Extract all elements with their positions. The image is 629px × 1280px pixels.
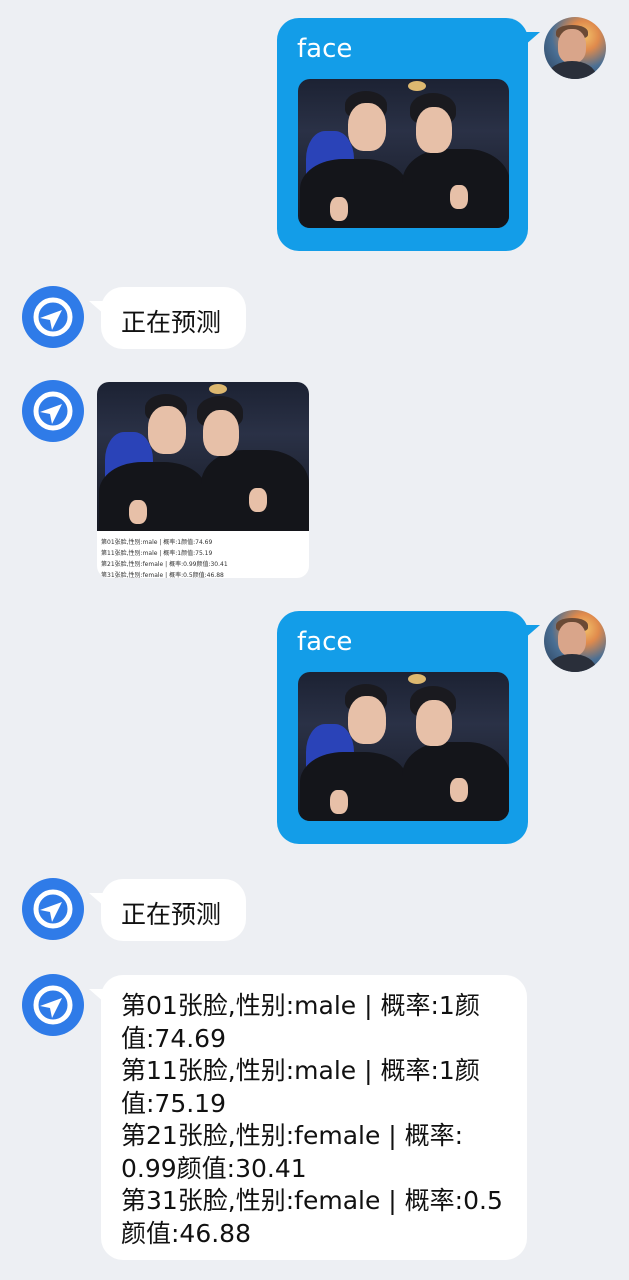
bot-avatar[interactable] [22,380,84,442]
caption-line: 第11张脸,性别:male | 概率:1颜值:75.19 [101,550,213,557]
status-text: 正在预测 [121,900,222,929]
caption-line: 第21张脸,性别:female | 概率:0.99颜值:30.41 [101,561,228,568]
result-photo[interactable] [97,382,309,531]
result-line: 0.99颜值:30.41 [121,1153,307,1183]
bot-message-bubble[interactable]: 正在预测 [89,879,246,941]
result-line: 第31张脸,性别:female | 概率:0.5 [121,1186,503,1215]
status-text: 正在预测 [121,308,222,337]
bot-avatar[interactable] [22,878,84,940]
result-caption: 第01张脸,性别:male | 概率:1颜值:74.69 第11张脸,性别:ma… [97,531,309,578]
bot-message-bubble[interactable]: 正在预测 [89,287,246,349]
caption-line: 第31张脸,性别:female | 概率:0.5颜值:46.88 [101,572,224,578]
user-avatar[interactable] [544,610,606,672]
message-photo[interactable] [298,672,509,821]
result-text: 第01张脸,性别:male | 概率:1颜 值:74.69 第11张脸,性别:m… [121,990,521,1250]
result-line: 第21张脸,性别:female | 概率: [121,1121,464,1150]
result-line: 值:75.19 [121,1088,226,1118]
bot-logo-icon [33,391,73,431]
result-line: 颜值:46.88 [121,1218,251,1248]
message-title: face [297,34,353,64]
message-title: face [297,627,353,657]
result-line: 值:74.69 [121,1023,226,1053]
caption-line: 第01张脸,性别:male | 概率:1颜值:74.69 [101,539,213,546]
user-message-bubble[interactable]: face [277,611,540,844]
bot-result-bubble[interactable]: 第01张脸,性别:male | 概率:1颜 值:74.69 第11张脸,性别:m… [89,975,527,1260]
result-line: 第11张脸,性别:male | 概率:1颜 [121,1056,480,1085]
bot-image-message[interactable]: 第01张脸,性别:male | 概率:1颜值:74.69 第11张脸,性别:ma… [97,382,309,578]
result-line: 第01张脸,性别:male | 概率:1颜 [121,991,480,1020]
bot-logo-icon [33,889,73,929]
bot-avatar[interactable] [22,974,84,1036]
user-message-bubble[interactable]: face [277,18,540,251]
bot-logo-icon [33,985,73,1025]
message-photo[interactable] [298,79,509,228]
bot-logo-icon [33,297,73,337]
bot-avatar[interactable] [22,286,84,348]
user-avatar[interactable] [544,17,606,79]
